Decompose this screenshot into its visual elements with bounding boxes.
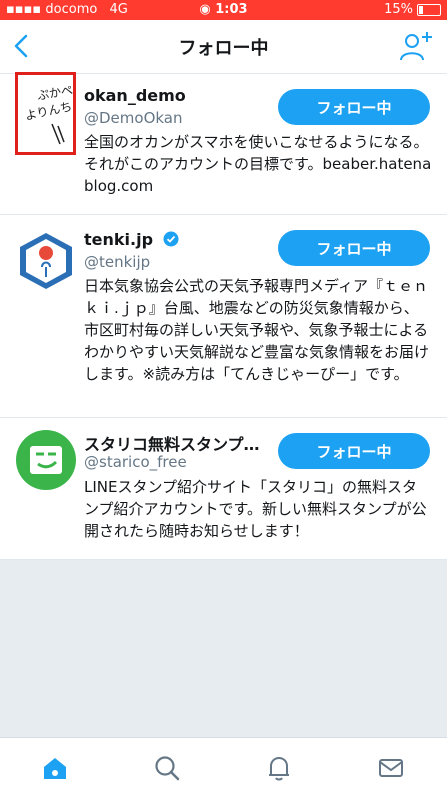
avatar[interactable] <box>16 231 76 291</box>
battery-percent: 15% <box>384 2 413 17</box>
search-icon[interactable] <box>153 754 181 782</box>
avatar[interactable] <box>16 430 76 490</box>
user-bio: 全国のオカンがスマホを使いこなせるようになる。それがこのアカウントの目標です。b… <box>84 133 432 195</box>
user-handle: @starico_free <box>84 453 187 471</box>
starico-logo-icon <box>30 446 62 474</box>
highlight-box <box>15 72 76 155</box>
user-name: okan_demo <box>84 86 186 105</box>
verified-badge-icon <box>163 231 179 247</box>
nav-bar: フォロー中 <box>0 20 447 74</box>
add-user-icon[interactable] <box>399 30 433 62</box>
messages-icon[interactable] <box>377 754 405 782</box>
page-title: フォロー中 <box>178 38 269 59</box>
alarm-icon: ◉ <box>199 2 211 17</box>
status-bar: ▪▪▪▪ docomo 4G ◉ 1:03 15% <box>0 0 447 20</box>
user-row-starico-free[interactable]: スタリコ無料スタンプ… @starico_free フォロー中 LINEスタンプ… <box>0 418 447 560</box>
user-bio: 日本気象協会公式の天気予報専門メディア『ｔｅｎｋｉ.ｊｐ』台風、地震などの防災気… <box>84 277 430 383</box>
user-name: tenki.jp <box>84 230 179 249</box>
home-icon[interactable] <box>41 754 69 782</box>
user-handle: @DemoOkan <box>84 109 183 127</box>
battery-info: 15% <box>384 2 441 17</box>
following-button[interactable]: フォロー中 <box>278 230 430 266</box>
user-bio: LINEスタンプ紹介サイト「スタリコ」の無料スタンプ紹介アカウントです。新しい無… <box>84 478 427 540</box>
status-time: ◉ 1:03 <box>199 2 248 17</box>
tab-bar <box>0 737 447 798</box>
notifications-icon[interactable] <box>265 754 293 782</box>
following-button[interactable]: フォロー中 <box>278 433 430 469</box>
user-handle: @tenkijp <box>84 253 151 271</box>
following-button[interactable]: フォロー中 <box>278 89 430 125</box>
tenki-logo-icon <box>20 233 72 289</box>
user-row-tenki-jp[interactable]: tenki.jp @tenkijp フォロー中 日本気象協会公式の天気予報専門メ… <box>0 215 447 418</box>
user-name: スタリコ無料スタンプ… <box>84 435 260 454</box>
battery-icon <box>417 3 441 16</box>
